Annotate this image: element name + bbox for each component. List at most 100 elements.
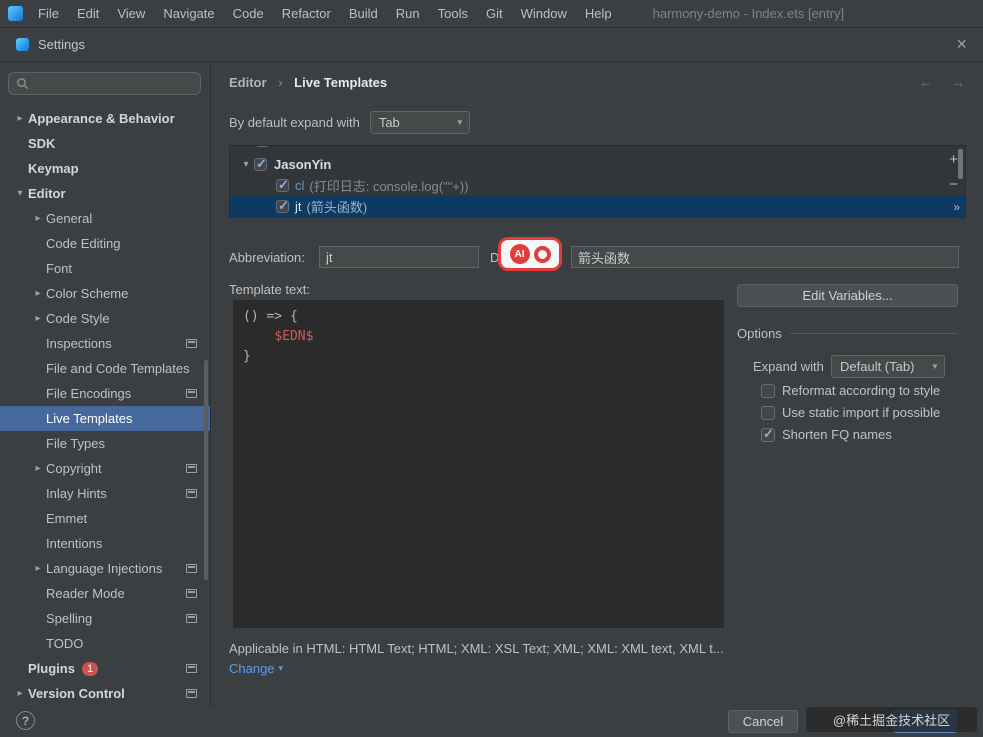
default-expand-label: By default expand with [229, 115, 360, 130]
more-actions-icon[interactable]: » [953, 200, 960, 214]
option-use-static-import-if-possible[interactable]: Use static import if possible [761, 405, 940, 420]
cancel-button[interactable]: Cancel [728, 710, 798, 733]
chevron-down-icon[interactable]: ▾ [238, 159, 254, 170]
chevron-down-icon[interactable]: ▾ [12, 188, 28, 199]
option-shorten-fq-names[interactable]: Shorten FQ names [761, 426, 940, 442]
back-arrow-icon[interactable]: ← [919, 74, 933, 90]
help-button[interactable]: ? [16, 711, 35, 730]
sidebar-item-plugins[interactable]: Plugins 1 [0, 656, 210, 681]
menu-item-git[interactable]: Git [477, 0, 512, 27]
menu-item-help[interactable]: Help [576, 0, 621, 27]
menu-item-view[interactable]: View [108, 0, 154, 27]
sidebar-item-label: Version Control [28, 686, 125, 701]
template-list-scrollbar[interactable] [958, 149, 963, 179]
live-templates-list: ▾ JasonYin cl (打印日志: console.log(""+)) jt (… [229, 145, 966, 218]
per-project-settings-icon [186, 614, 197, 623]
chevron-right-icon[interactable]: ▸ [30, 463, 46, 474]
chevron-right-icon[interactable]: ▸ [30, 313, 46, 324]
settings-search-input[interactable] [34, 76, 193, 91]
sidebar-item-label: Language Injections [46, 561, 163, 576]
menu-items: File Edit View Navigate Code Refactor Build Run… [29, 0, 621, 27]
menu-item-refactor[interactable]: Refactor [273, 0, 340, 27]
checkbox-checked-icon[interactable] [276, 198, 289, 214]
sidebar-item-inspections[interactable]: Inspections [0, 331, 210, 356]
expand-with-select[interactable]: Default (Tab) ▼ [831, 355, 945, 378]
close-icon[interactable]: × [956, 34, 967, 55]
sidebar-item-label: Live Templates [46, 411, 133, 426]
template-text-editor[interactable]: () => { $EDN$} [233, 300, 724, 628]
dialog-title: Settings [38, 37, 85, 52]
menu-item-file[interactable]: File [29, 0, 68, 27]
default-expand-select[interactable]: Tab ▼ [369, 111, 470, 134]
sidebar-scrollbar[interactable] [204, 360, 208, 580]
menu-item-tools[interactable]: Tools [429, 0, 477, 27]
sidebar-item-live-templates[interactable]: Live Templates [0, 406, 210, 431]
default-expand-row: By default expand with Tab ▼ [229, 111, 470, 134]
template-group-row[interactable]: ▾ JasonYin [230, 154, 965, 175]
sidebar-item-file-and-code-templates[interactable]: File and Code Templates [0, 356, 210, 381]
template-row-clipped[interactable] [230, 146, 965, 154]
checkbox-unchecked-icon[interactable] [761, 383, 775, 398]
breadcrumb: Editor › Live Templates [229, 75, 387, 90]
sidebar-item-todo[interactable]: TODO [0, 631, 210, 656]
checkbox-unchecked-icon[interactable] [761, 405, 775, 420]
menu-item-navigate[interactable]: Navigate [154, 0, 223, 27]
menu-item-build[interactable]: Build [340, 0, 387, 27]
sidebar-item-emmet[interactable]: Emmet [0, 506, 210, 531]
chevron-down-icon: ▼ [931, 362, 939, 371]
sidebar-item-keymap[interactable]: Keymap [0, 156, 210, 181]
menu-item-edit[interactable]: Edit [68, 0, 108, 27]
menu-item-run[interactable]: Run [387, 0, 429, 27]
chevron-down-icon: ▾ [278, 663, 284, 673]
sidebar-item-general[interactable]: ▸ General [0, 206, 210, 231]
forward-arrow-icon[interactable]: → [951, 74, 965, 90]
edit-variables-button[interactable]: Edit Variables... [737, 284, 958, 307]
sidebar-item-editor[interactable]: ▾ Editor [0, 181, 210, 206]
options-title: Options [737, 326, 782, 341]
chevron-right-icon[interactable]: ▸ [12, 688, 28, 699]
sidebar-item-language-injections[interactable]: ▸ Language Injections [0, 556, 210, 581]
settings-search-box[interactable] [8, 72, 201, 95]
checkbox-checked-icon[interactable] [276, 177, 289, 193]
menu-item-window[interactable]: Window [512, 0, 576, 27]
option-reformat-according-to-style[interactable]: Reformat according to style [761, 383, 940, 398]
template-row-cl[interactable]: cl (打印日志: console.log(""+)) [230, 175, 965, 196]
sidebar-item-code-editing[interactable]: Code Editing [0, 231, 210, 256]
search-icon [17, 78, 29, 90]
change-link[interactable]: Change ▾ [229, 661, 283, 676]
sidebar-item-label: Plugins [28, 661, 75, 676]
sidebar-item-inlay-hints[interactable]: Inlay Hints [0, 481, 210, 506]
chevron-right-icon[interactable]: ▸ [30, 288, 46, 299]
sidebar-item-spelling[interactable]: Spelling [0, 606, 210, 631]
sidebar-item-file-types[interactable]: File Types [0, 431, 210, 456]
menu-item-code[interactable]: Code [224, 0, 273, 27]
chevron-right-icon[interactable]: ▸ [30, 213, 46, 224]
chevron-right-icon[interactable]: ▸ [30, 563, 46, 574]
sidebar-item-code-style[interactable]: ▸ Code Style [0, 306, 210, 331]
sidebar-item-copyright[interactable]: ▸ Copyright [0, 456, 210, 481]
remove-template-icon[interactable]: − [949, 176, 958, 193]
sidebar-item-appearance-behavior[interactable]: ▸ Appearance & Behavior [0, 106, 210, 131]
sidebar-item-font[interactable]: Font [0, 256, 210, 281]
ai-badge-icon: AI [509, 244, 530, 264]
sidebar-item-intentions[interactable]: Intentions [0, 531, 210, 556]
sidebar-item-color-scheme[interactable]: ▸ Color Scheme [0, 281, 210, 306]
abbreviation-input[interactable] [319, 246, 479, 268]
dialog-titlebar: Settings × [0, 28, 983, 62]
sidebar-item-label: Font [46, 261, 73, 276]
checkbox-checked-icon[interactable] [254, 156, 267, 172]
description-input[interactable] [571, 246, 959, 268]
sidebar-item-version-control[interactable]: ▸ Version Control [0, 681, 210, 706]
template-description: (箭头函数) [306, 200, 368, 215]
breadcrumb-current: Live Templates [294, 75, 388, 90]
sidebar-item-label: Emmet [46, 511, 88, 526]
sidebar-item-reader-mode[interactable]: Reader Mode [0, 581, 210, 606]
template-row-jt[interactable]: jt (箭头函数) [230, 196, 965, 217]
sidebar-item-file-encodings[interactable]: File Encodings [0, 381, 210, 406]
add-template-icon[interactable]: + [949, 151, 958, 168]
sidebar-item-sdk[interactable]: SDK [0, 131, 210, 156]
checkbox-checked-icon[interactable] [256, 146, 269, 148]
breadcrumb-parent[interactable]: Editor [229, 75, 267, 90]
checkbox-checked-icon[interactable] [761, 426, 775, 442]
chevron-right-icon[interactable]: ▸ [12, 113, 28, 124]
